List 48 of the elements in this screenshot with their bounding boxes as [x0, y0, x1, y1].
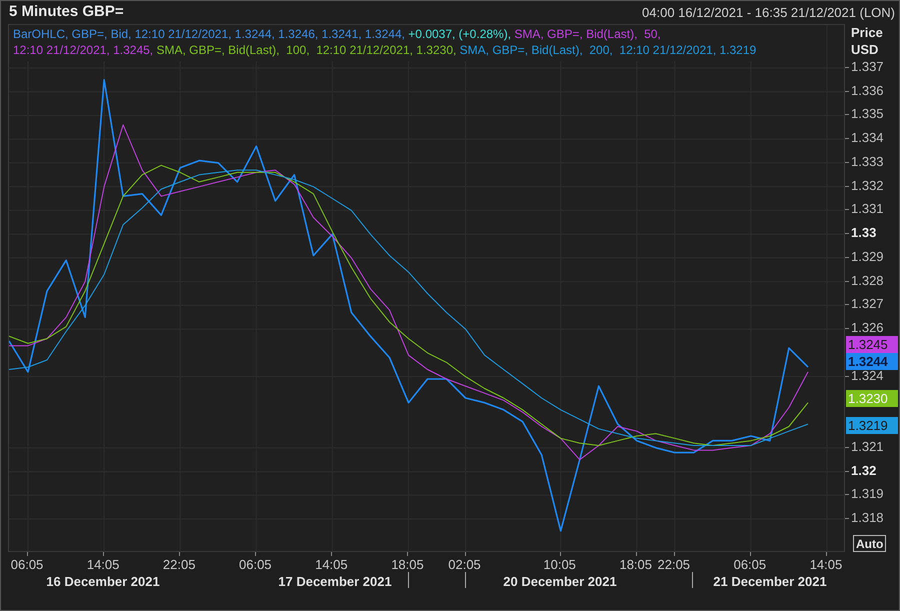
date-label: 17 December 2021 — [278, 573, 392, 591]
date-label: 16 December 2021 — [46, 573, 160, 591]
y-axis-label: 1.337 — [851, 60, 884, 74]
price-badge: 1.3230 — [846, 390, 898, 407]
time-range: 04:00 16/12/2021 - 16:35 21/12/2021 (LON) — [642, 4, 895, 22]
x-axis-label: 06:05 — [10, 556, 44, 574]
legend-text: SMA, GBP=, Bid(Last), 100, 12:10 21/12/2021, 1.3230, — [156, 42, 458, 58]
x-axis-label: 22:05 — [162, 556, 196, 574]
axis-title: Price — [851, 25, 883, 41]
y-axis-label: 1.33 — [851, 226, 876, 240]
y-axis-label: 1.334 — [851, 131, 884, 146]
y-axis-label: 1.328 — [851, 274, 884, 288]
legend-text: SMA, GBP=, Bid(Last), 50, — [514, 26, 661, 42]
x-axis-label: 14:05 — [810, 556, 842, 574]
y-axis-label: 1.32 — [851, 464, 876, 478]
y-axis-label: 1.329 — [851, 250, 884, 264]
x-axis-label: 06:05 — [734, 556, 766, 574]
y-axis-label: 1.321 — [851, 440, 884, 454]
y-axis-label: 1.326 — [851, 321, 884, 336]
date-label: 21 December 2021 — [713, 573, 827, 591]
y-axis-label: 1.336 — [851, 84, 884, 98]
y-axis-label: 1.324 — [851, 368, 884, 383]
y-axis-label: 1.327 — [851, 297, 884, 312]
chart-title: 5 Minutes GBP= — [9, 2, 124, 22]
x-axis-label: 14:05 — [86, 556, 120, 574]
x-axis-label: 06:05 — [239, 556, 272, 574]
x-axis-label: 02:05 — [448, 556, 481, 574]
y-axis-label: 1.332 — [851, 178, 884, 193]
y-axis-label: 1.331 — [851, 202, 884, 216]
price-badge: 1.3244 — [846, 353, 898, 370]
axis-title: USD — [851, 42, 878, 58]
x-axis-label: 14:05 — [315, 556, 348, 574]
x-axis-label: 22:05 — [658, 556, 690, 574]
auto-button[interactable]: Auto — [853, 535, 886, 552]
price-badge: 1.3219 — [846, 417, 898, 434]
y-axis-label: 1.335 — [851, 107, 884, 122]
legend-text: 12:10 21/12/2021, 1.3245, — [13, 42, 154, 58]
y-axis-label: 1.319 — [851, 487, 884, 502]
legend-text: +0.0037, (+0.28%), — [408, 26, 512, 42]
y-axis-label: 1.333 — [851, 154, 884, 169]
x-axis-label: 10:05 — [543, 556, 576, 574]
date-label: 20 December 2021 — [503, 573, 617, 591]
legend-text: SMA, GBP=, Bid(Last), 200, 12:10 21/12/2021, 1.3219 — [460, 42, 756, 58]
legend-text: BarOHLC, GBP=, Bid, 12:10 21/12/2021, 1.3244, 1.3246, 1.3241, 1.3244, — [13, 26, 406, 42]
x-axis-label: 18:05 — [391, 556, 424, 574]
x-axis-label: 18:05 — [619, 556, 652, 574]
price-badge: 1.3245 — [846, 336, 898, 353]
y-axis-label: 1.318 — [851, 511, 884, 526]
